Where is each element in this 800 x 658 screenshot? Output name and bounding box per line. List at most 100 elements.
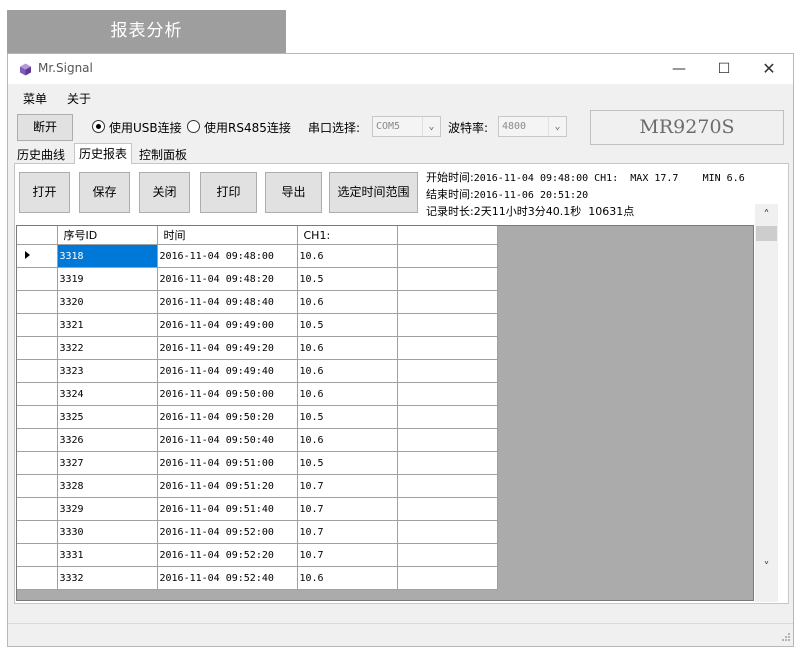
cell-empty[interactable] [397,382,498,406]
table-row[interactable]: 3318 2016-11-04 09:48:00 10.6 [17,244,498,268]
cell-empty[interactable] [397,566,498,590]
open-button[interactable]: 打开 [19,172,70,213]
scroll-down-icon[interactable]: ˅ [755,556,778,578]
close-button[interactable]: ✕ [746,54,792,84]
column-header-ch1[interactable]: CH1: [297,226,398,245]
chevron-down-icon[interactable]: ⌄ [422,117,440,136]
cell-ch1[interactable]: 10.5 [297,405,398,429]
cell-time[interactable]: 2016-11-04 09:51:00 [157,451,298,475]
cell-ch1[interactable]: 10.6 [297,382,398,406]
save-button[interactable]: 保存 [79,172,130,213]
cell-time[interactable]: 2016-11-04 09:51:20 [157,474,298,498]
row-header[interactable] [17,543,58,567]
cell-id[interactable]: 3318 [57,244,158,268]
table-row[interactable]: 3325 2016-11-04 09:50:20 10.5 [17,405,498,429]
table-row[interactable]: 3327 2016-11-04 09:51:00 10.5 [17,451,498,475]
table-row[interactable]: 3328 2016-11-04 09:51:20 10.7 [17,474,498,498]
cell-id[interactable]: 3327 [57,451,158,475]
row-header[interactable] [17,566,58,590]
cell-id[interactable]: 3329 [57,497,158,521]
cell-ch1[interactable]: 10.6 [297,244,398,268]
row-header[interactable] [17,520,58,544]
table-row[interactable]: 3324 2016-11-04 09:50:00 10.6 [17,382,498,406]
cell-id[interactable]: 3323 [57,359,158,383]
table-row[interactable]: 3329 2016-11-04 09:51:40 10.7 [17,497,498,521]
table-row[interactable]: 3322 2016-11-04 09:49:20 10.6 [17,336,498,360]
vertical-scrollbar[interactable]: ˄ ˅ [755,204,778,602]
close-file-button[interactable]: 关闭 [139,172,190,213]
minimize-button[interactable]: — [656,54,702,84]
row-header[interactable] [17,267,58,291]
cell-id[interactable]: 3331 [57,543,158,567]
cell-empty[interactable] [397,336,498,360]
cell-id[interactable]: 3332 [57,566,158,590]
cell-time[interactable]: 2016-11-04 09:52:20 [157,543,298,567]
table-row[interactable]: 3331 2016-11-04 09:52:20 10.7 [17,543,498,567]
cell-empty[interactable] [397,267,498,291]
row-header[interactable] [17,244,58,268]
cell-time[interactable]: 2016-11-04 09:48:00 [157,244,298,268]
cell-empty[interactable] [397,405,498,429]
table-row[interactable]: 3330 2016-11-04 09:52:00 10.7 [17,520,498,544]
cell-id[interactable]: 3321 [57,313,158,337]
cell-time[interactable]: 2016-11-04 09:50:20 [157,405,298,429]
menu-item-about[interactable]: 关于 [67,90,91,107]
cell-empty[interactable] [397,290,498,314]
column-header-empty[interactable] [397,226,498,245]
cell-ch1[interactable]: 10.6 [297,566,398,590]
cell-empty[interactable] [397,359,498,383]
cell-empty[interactable] [397,497,498,521]
cell-time[interactable]: 2016-11-04 09:49:40 [157,359,298,383]
cell-id[interactable]: 3325 [57,405,158,429]
scroll-up-icon[interactable]: ˄ [755,204,778,226]
table-row[interactable]: 3326 2016-11-04 09:50:40 10.6 [17,428,498,452]
row-header[interactable] [17,451,58,475]
row-header[interactable] [17,313,58,337]
cell-id[interactable]: 3326 [57,428,158,452]
row-header[interactable] [17,474,58,498]
row-header[interactable] [17,382,58,406]
cell-empty[interactable] [397,520,498,544]
cell-id[interactable]: 3322 [57,336,158,360]
tab-history-report[interactable]: 历史报表 [74,143,133,164]
cell-id[interactable]: 3324 [57,382,158,406]
menu-item-menu[interactable]: 菜单 [23,90,47,107]
row-header[interactable] [17,290,58,314]
rs485-radio[interactable] [187,120,200,133]
cell-time[interactable]: 2016-11-04 09:49:00 [157,313,298,337]
cell-ch1[interactable]: 10.7 [297,474,398,498]
maximize-button[interactable]: ☐ [701,54,747,84]
cell-time[interactable]: 2016-11-04 09:48:20 [157,267,298,291]
cell-time[interactable]: 2016-11-04 09:50:00 [157,382,298,406]
port-select[interactable]: COM5 ⌄ [372,116,441,137]
cell-id[interactable]: 3320 [57,290,158,314]
cell-time[interactable]: 2016-11-04 09:52:40 [157,566,298,590]
select-time-range-button[interactable]: 选定时间范围 [329,172,418,213]
cell-ch1[interactable]: 10.5 [297,313,398,337]
cell-empty[interactable] [397,313,498,337]
table-row[interactable]: 3319 2016-11-04 09:48:20 10.5 [17,267,498,291]
scroll-thumb[interactable] [756,226,777,241]
rs485-radio-label[interactable]: 使用RS485连接 [204,119,291,136]
cell-empty[interactable] [397,474,498,498]
cell-ch1[interactable]: 10.7 [297,543,398,567]
table-row[interactable]: 3320 2016-11-04 09:48:40 10.6 [17,290,498,314]
chevron-down-icon[interactable]: ⌄ [548,117,566,136]
cell-empty[interactable] [397,428,498,452]
print-button[interactable]: 打印 [200,172,257,213]
cell-time[interactable]: 2016-11-04 09:52:00 [157,520,298,544]
cell-id[interactable]: 3328 [57,474,158,498]
usb-radio[interactable] [92,120,105,133]
table-row[interactable]: 3332 2016-11-04 09:52:40 10.6 [17,566,498,590]
cell-id[interactable]: 3330 [57,520,158,544]
cell-time[interactable]: 2016-11-04 09:51:40 [157,497,298,521]
row-header[interactable] [17,428,58,452]
cell-ch1[interactable]: 10.6 [297,336,398,360]
resize-grip-icon[interactable] [779,630,791,642]
cell-ch1[interactable]: 10.6 [297,359,398,383]
column-header-time[interactable]: 时间 [157,226,298,245]
cell-empty[interactable] [397,451,498,475]
row-header[interactable] [17,359,58,383]
usb-radio-label[interactable]: 使用USB连接 [109,119,182,136]
cell-ch1[interactable]: 10.6 [297,428,398,452]
